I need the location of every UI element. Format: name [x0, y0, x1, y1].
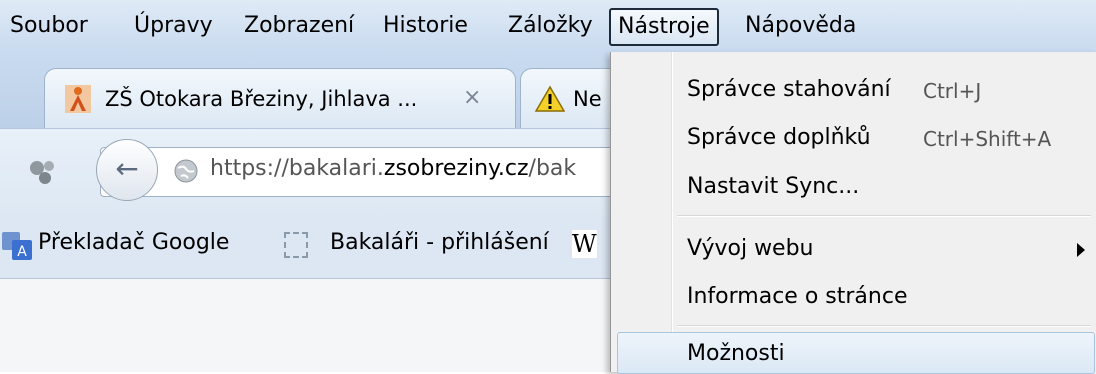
tab-title: Ne [573, 87, 602, 111]
menu-item-spravce-doplnku[interactable]: Správce doplňků [687, 125, 871, 150]
menu-historie[interactable]: Historie [383, 13, 468, 39]
shortcut-text: Ctrl+Shift+A [923, 127, 1052, 151]
translate-icon: A [2, 232, 32, 264]
menu-bar: Soubor Úpravy Zobrazení Historie Záložky… [0, 0, 1096, 52]
back-arrow-icon: ← [115, 152, 139, 185]
menu-zobrazeni[interactable]: Zobrazení [244, 13, 354, 39]
menu-nastroje[interactable]: Nástroje [609, 8, 719, 46]
menu-separator [677, 325, 1091, 327]
globe-icon [174, 159, 198, 187]
blank-page-icon [284, 232, 308, 258]
tab-zs-otokara[interactable]: ZŠ Otokara Březiny, Jihlava ... × [44, 68, 516, 129]
menu-napoveda[interactable]: Nápověda [745, 13, 856, 39]
tab-title: ZŠ Otokara Březiny, Jihlava ... [105, 87, 418, 111]
warning-icon [534, 85, 566, 117]
shortcut-text: Ctrl+J [923, 79, 982, 103]
submenu-arrow-icon [1077, 243, 1085, 257]
menu-item-nastavit-sync[interactable]: Nastavit Sync... [687, 174, 859, 199]
close-tab-icon[interactable]: × [463, 85, 481, 110]
bookmark-label: Bakaláři - přihlášení [330, 230, 549, 255]
menu-item-vyvoj-webu[interactable]: Vývoj webu [687, 236, 814, 261]
menu-upravy[interactable]: Úpravy [134, 13, 213, 39]
menu-zalozky[interactable]: Záložky [508, 13, 593, 39]
menu-item-moznosti[interactable]: Možnosti [687, 341, 785, 366]
menu-item-informace-o-strance[interactable]: Informace o stránce [687, 284, 907, 309]
bookmark-label: Překladač Google [38, 230, 230, 255]
wikipedia-icon: W [572, 230, 597, 258]
back-button[interactable]: ← [96, 139, 158, 201]
school-favicon-icon [65, 85, 91, 113]
svg-text:A: A [17, 244, 27, 260]
url-text[interactable]: https://bakalari.zsobreziny.cz/bak [210, 156, 576, 181]
menu-gutter [671, 52, 673, 372]
menu-soubor[interactable]: Soubor [10, 13, 88, 39]
menu-item-spravce-stahovani[interactable]: Správce stahování [687, 77, 891, 102]
nastroje-dropdown-menu: Správce stahování Ctrl+J Správce doplňků… [610, 52, 1096, 374]
sync-icon[interactable] [28, 159, 58, 189]
menu-separator [677, 215, 1091, 217]
